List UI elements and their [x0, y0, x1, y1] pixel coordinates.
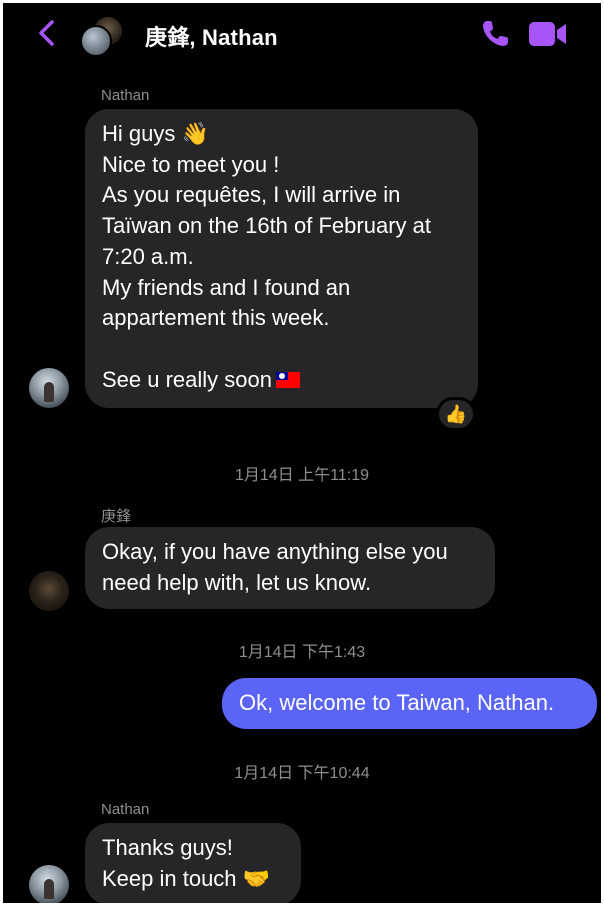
message-line: Ok, welcome to Taiwan, Nathan. — [239, 690, 555, 715]
avatar-nathan — [29, 865, 69, 903]
sender-name: Nathan — [101, 87, 150, 104]
message-line: Okay, if you have anything else you — [102, 539, 448, 564]
message-bubble[interactable]: Thanks guys! Keep in touch 🤝 — [85, 823, 301, 903]
message-line-text: See u really soon — [102, 366, 272, 392]
message-bubble[interactable]: Okay, if you have anything else you need… — [85, 527, 495, 609]
avatar-nathan — [29, 368, 69, 408]
avatar-figure — [44, 382, 54, 402]
message-line: Keep in touch 🤝 — [102, 865, 271, 891]
chat-screen: 庚鋒, Nathan Nathan Hi guys 👋 Nice to meet… — [3, 3, 601, 903]
back-chevron-icon[interactable] — [35, 17, 59, 49]
message-line: 7:20 a.m. — [102, 243, 194, 269]
avatar-figure — [44, 879, 54, 899]
message-line — [102, 334, 461, 365]
avatar-gengfeng — [29, 571, 69, 611]
timestamp: 1月14日 下午1:43 — [238, 644, 366, 661]
thumbs-up-reaction[interactable]: 👍 — [436, 397, 476, 431]
phone-icon[interactable] — [479, 18, 511, 50]
sender-name: Nathan — [101, 801, 150, 818]
chat-header: 庚鋒, Nathan — [3, 3, 601, 67]
message-bubble[interactable]: Hi guys 👋 Nice to meet you ! As you requ… — [85, 109, 478, 408]
message-line: appartement this week. — [102, 305, 330, 331]
timestamp: 1月14日 下午10:44 — [234, 765, 370, 782]
outgoing-message-bubble[interactable]: Ok, welcome to Taiwan, Nathan. — [222, 678, 597, 729]
taiwan-flag-icon — [276, 371, 300, 388]
group-avatar[interactable] — [80, 17, 126, 57]
sender-name: 庚鋒 — [101, 508, 132, 525]
message-line: Taïwan on the 16th of February at — [102, 213, 431, 239]
message-line-with-flag: See u really soon — [102, 365, 461, 396]
message-line: Thanks guys! — [102, 835, 233, 860]
avatar-nathan — [80, 25, 112, 57]
message-line: need help with, let us know. — [102, 569, 372, 595]
chat-title[interactable]: 庚鋒, Nathan — [145, 20, 278, 52]
message-line: My friends and I found an — [102, 274, 351, 300]
video-camera-icon[interactable] — [528, 20, 568, 48]
timestamp: 1月14日 上午11:19 — [235, 467, 369, 484]
message-line: As you requêtes, I will arrive in — [102, 182, 401, 208]
message-line: Nice to meet you ! — [102, 151, 280, 177]
message-line: Hi guys 👋 — [102, 121, 209, 146]
